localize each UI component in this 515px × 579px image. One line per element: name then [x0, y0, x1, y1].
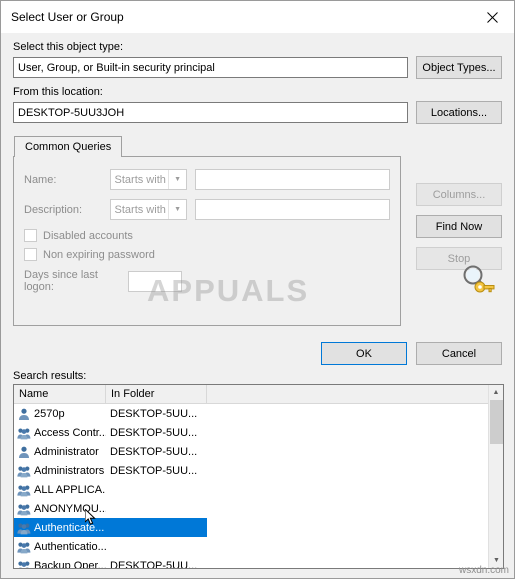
row-folder-cell: DESKTOP-5UU...: [110, 426, 198, 439]
row-name-cell: Administrators: [14, 464, 106, 478]
object-type-input[interactable]: User, Group, or Built-in security princi…: [13, 57, 408, 78]
non-expiring-password-checkbox[interactable]: [24, 248, 37, 261]
row-name-cell: Administrator: [14, 445, 106, 459]
non-expiring-password-row[interactable]: Non expiring password: [24, 248, 390, 261]
row-name-cell: Authenticatio...: [14, 540, 106, 554]
list-scrollbar[interactable]: ▲ ▼: [488, 385, 503, 568]
row-name-text: Authenticatio...: [34, 540, 106, 553]
table-row[interactable]: Access Contr... DESKTOP-5UU...: [14, 423, 503, 442]
row-name-text: Administrators: [34, 464, 105, 477]
list-header: Name In Folder: [14, 385, 503, 404]
group-icon: [17, 464, 31, 478]
title-bar: Select User or Group: [1, 1, 514, 34]
object-type-row: User, Group, or Built-in security princi…: [13, 56, 502, 79]
common-queries-panel: Name: Starts with ▼ Description: Starts …: [13, 156, 401, 326]
row-name-text: Access Contr...: [34, 426, 106, 439]
locations-button[interactable]: Locations...: [416, 101, 502, 124]
close-glyph: [486, 11, 498, 23]
user-icon: [17, 407, 31, 421]
location-row: DESKTOP-5UU3JOH Locations...: [13, 101, 502, 124]
days-since-last-logon-row: Days since last logon:: [24, 269, 390, 293]
tab-strip: Common Queries: [14, 136, 401, 157]
ok-button[interactable]: OK: [321, 342, 407, 365]
table-row[interactable]: ALL APPLICA...: [14, 480, 503, 499]
row-name-cell: 2570p: [14, 407, 106, 421]
scrollbar-thumb[interactable]: [490, 400, 503, 444]
row-name-cell: Backup Oper...: [14, 559, 106, 569]
cancel-button[interactable]: Cancel: [416, 342, 502, 365]
row-folder-cell: DESKTOP-5UU...: [110, 407, 198, 420]
row-folder-cell: DESKTOP-5UU...: [110, 559, 198, 569]
location-input[interactable]: DESKTOP-5UU3JOH: [13, 102, 408, 123]
row-name-text: 2570p: [34, 407, 65, 420]
table-row[interactable]: ANONYMOU...: [14, 499, 503, 518]
side-button-group: Columns... Find Now Stop: [416, 183, 502, 270]
magnifier-key-icon: [460, 263, 496, 297]
close-icon[interactable]: [470, 2, 514, 33]
column-header-extra[interactable]: [207, 385, 503, 403]
chevron-down-icon: ▼: [168, 170, 186, 189]
user-icon: [17, 445, 31, 459]
group-icon: [17, 483, 31, 497]
group-icon: [17, 426, 31, 440]
row-name-cell: ANONYMOU...: [14, 502, 106, 516]
group-icon: [17, 559, 31, 568]
row-folder-cell: DESKTOP-5UU...: [110, 445, 198, 458]
group-icon: [17, 502, 31, 516]
name-label: Name:: [24, 173, 57, 186]
name-condition-select[interactable]: Starts with ▼: [109, 169, 188, 190]
disabled-accounts-label: Disabled accounts: [43, 229, 133, 242]
location-label: From this location:: [13, 86, 103, 98]
column-header-name[interactable]: Name: [14, 385, 106, 403]
object-type-label: Select this object type:: [13, 41, 124, 53]
scroll-up-icon[interactable]: ▲: [489, 385, 503, 400]
row-name-text: Administrator: [34, 445, 99, 458]
corner-watermark: wsxdn.com: [458, 565, 509, 576]
description-label: Description:: [24, 203, 83, 216]
group-icon: [17, 540, 31, 554]
row-name-text: Authenticate...: [34, 521, 105, 534]
tab-common-queries[interactable]: Common Queries: [14, 136, 123, 157]
search-results-label: Search results:: [13, 370, 87, 382]
table-row[interactable]: Authenticate...: [14, 518, 207, 537]
row-name-text: ALL APPLICA...: [34, 483, 106, 496]
table-row[interactable]: Administrators DESKTOP-5UU...: [14, 461, 503, 480]
chevron-down-icon: ▼: [168, 200, 186, 219]
days-since-last-logon-label: Days since last logon:: [24, 269, 98, 293]
days-since-last-logon-input[interactable]: [128, 270, 182, 292]
dialog-button-row: OK Cancel: [321, 342, 502, 365]
find-now-button[interactable]: Find Now: [416, 215, 502, 238]
row-name-cell: Access Contr...: [14, 426, 106, 440]
disabled-accounts-checkbox[interactable]: [24, 229, 37, 242]
table-row[interactable]: Authenticatio...: [14, 537, 503, 556]
non-expiring-password-label: Non expiring password: [43, 248, 155, 261]
table-row[interactable]: Backup Oper... DESKTOP-5UU...: [14, 556, 503, 569]
common-queries-tab-area: Common Queries Name: Starts with ▼ Descr…: [13, 136, 401, 326]
description-query-row: Description: Starts with ▼: [24, 199, 390, 220]
window-title: Select User or Group: [11, 10, 124, 24]
row-name-cell: Authenticate...: [14, 521, 106, 535]
description-input[interactable]: [195, 199, 390, 220]
select-user-or-group-dialog: Select User or Group Select this object …: [0, 0, 515, 579]
table-row[interactable]: Administrator DESKTOP-5UU...: [14, 442, 503, 461]
description-condition-value: Starts with: [114, 203, 166, 216]
row-folder-cell: DESKTOP-5UU...: [110, 464, 198, 477]
name-input[interactable]: [195, 169, 390, 190]
row-name-cell: ALL APPLICA...: [14, 483, 106, 497]
search-results-list[interactable]: Name In Folder 2570p DESKTOP-5UU... Acce…: [13, 384, 504, 569]
description-condition-select[interactable]: Starts with ▼: [109, 199, 188, 220]
columns-button[interactable]: Columns...: [416, 183, 502, 206]
name-condition-value: Starts with: [114, 173, 166, 186]
row-name-text: Backup Oper...: [34, 559, 106, 569]
disabled-accounts-row[interactable]: Disabled accounts: [24, 229, 390, 242]
column-header-in-folder[interactable]: In Folder: [106, 385, 207, 403]
object-types-button[interactable]: Object Types...: [416, 56, 502, 79]
name-query-row: Name: Starts with ▼: [24, 169, 390, 190]
group-icon: [17, 521, 31, 535]
list-body: 2570p DESKTOP-5UU... Access Contr... DES…: [14, 404, 503, 569]
row-name-text: ANONYMOU...: [34, 502, 106, 515]
table-row[interactable]: 2570p DESKTOP-5UU...: [14, 404, 503, 423]
